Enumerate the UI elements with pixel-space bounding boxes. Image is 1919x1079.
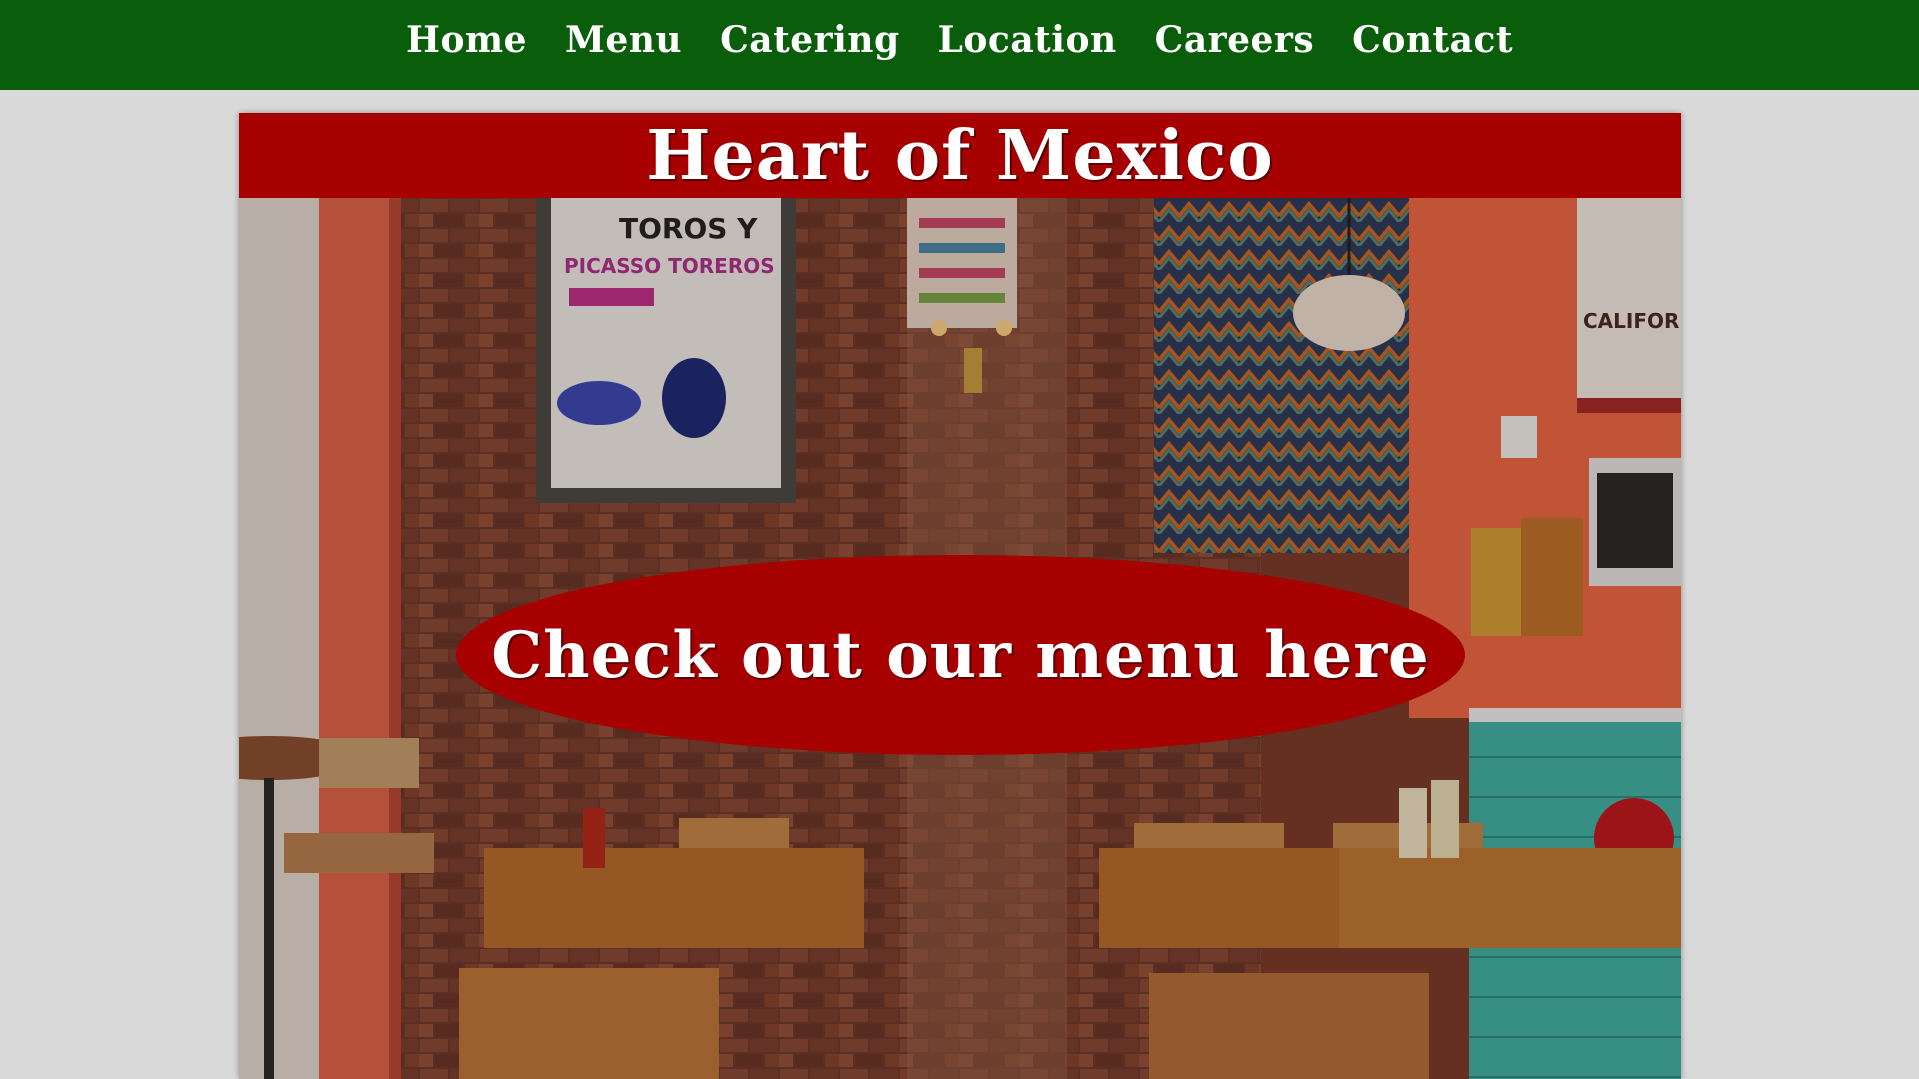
nav-menu-link[interactable]: Menu: [565, 19, 682, 61]
top-navigation: Home Menu Catering Location Careers Cont…: [0, 0, 1919, 90]
hero-frame: Heart of Mexico TOROS Y PICASSO TOREROS …: [239, 113, 1681, 1079]
nav-location-link[interactable]: Location: [938, 19, 1117, 61]
nav-catering-link[interactable]: Catering: [720, 19, 900, 61]
nav-home-link[interactable]: Home: [406, 19, 527, 61]
nav-contact-link[interactable]: Contact: [1352, 19, 1513, 61]
nav-careers-link[interactable]: Careers: [1155, 19, 1315, 61]
menu-cta-label: Check out our menu here: [491, 617, 1430, 693]
title-banner: Heart of Mexico: [239, 113, 1681, 198]
menu-cta-button[interactable]: Check out our menu here: [456, 555, 1465, 755]
restaurant-title: Heart of Mexico: [646, 115, 1274, 196]
